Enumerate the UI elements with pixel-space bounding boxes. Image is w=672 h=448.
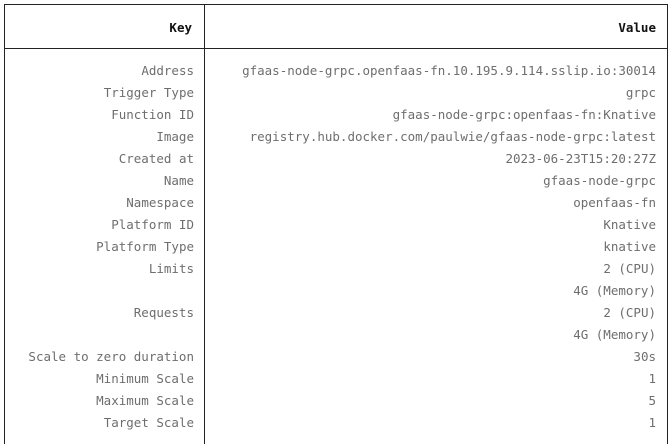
row-value: 30s <box>633 349 656 364</box>
table-row: Namespace openfaas-fn <box>4 192 668 214</box>
row-key: Address <box>141 63 194 78</box>
table-row: Address gfaas-node-grpc.openfaas-fn.10.1… <box>4 60 668 82</box>
row-key: Maximum Scale <box>96 393 194 408</box>
row-value: knative <box>603 239 656 254</box>
row-value: openfaas-fn <box>573 195 656 210</box>
row-value: 2 (CPU) <box>603 261 656 276</box>
row-value: 1 <box>648 371 656 386</box>
row-key: Trigger Type <box>103 85 194 100</box>
header-divider <box>4 48 668 49</box>
row-key: Minimum Scale <box>96 371 194 386</box>
table-row: 4G (Memory) <box>4 324 668 346</box>
table-row: Requests 2 (CPU) <box>4 302 668 324</box>
row-key: Namespace <box>126 195 194 210</box>
row-value: 4G (Memory) <box>573 327 656 342</box>
row-key <box>6 324 194 346</box>
row-key: Target Scale <box>103 415 194 430</box>
row-key: Platform Type <box>96 239 194 254</box>
row-key: Image <box>156 129 194 144</box>
table-row: Name gfaas-node-grpc <box>4 170 668 192</box>
row-value: 2023-06-23T15:20:27Z <box>505 151 656 166</box>
row-value: registry.hub.docker.com/paulwie/gfaas-no… <box>249 129 656 144</box>
column-header-value: Value <box>618 20 656 35</box>
row-key: Scale to zero duration <box>28 349 194 364</box>
table-row: Trigger Type grpc <box>4 82 668 104</box>
row-value: 4G (Memory) <box>573 283 656 298</box>
row-key: Requests <box>133 305 194 320</box>
table-row: 4G (Memory) <box>4 280 668 302</box>
row-key: Name <box>163 173 194 188</box>
table-row: Maximum Scale 5 <box>4 390 668 412</box>
row-value: grpc <box>625 85 656 100</box>
row-key: Platform ID <box>111 217 194 232</box>
row-key: Limits <box>148 261 194 276</box>
row-key: Created at <box>118 151 194 166</box>
table-row: Minimum Scale 1 <box>4 368 668 390</box>
row-key <box>6 280 194 302</box>
table-row: Scale to zero duration 30s <box>4 346 668 368</box>
table-row: Image registry.hub.docker.com/paulwie/gf… <box>4 126 668 148</box>
row-value: gfaas-node-grpc.openfaas-fn.10.195.9.114… <box>242 63 656 78</box>
row-value: 2 (CPU) <box>603 305 656 320</box>
table-row: Platform ID Knative <box>4 214 668 236</box>
table-row: Target Scale 1 <box>4 412 668 434</box>
table-row: Created at 2023-06-23T15:20:27Z <box>4 148 668 170</box>
table-row: Platform Type knative <box>4 236 668 258</box>
row-value: gfaas-node-grpc <box>543 173 656 188</box>
column-header-key: Key <box>169 20 192 35</box>
row-value: 5 <box>648 393 656 408</box>
table-row: Limits 2 (CPU) <box>4 258 668 280</box>
row-value: gfaas-node-grpc:openfaas-fn:Knative <box>392 107 656 122</box>
row-key: Function ID <box>111 107 194 122</box>
table-row: Function ID gfaas-node-grpc:openfaas-fn:… <box>4 104 668 126</box>
row-value: Knative <box>603 217 656 232</box>
row-value: 1 <box>648 415 656 430</box>
